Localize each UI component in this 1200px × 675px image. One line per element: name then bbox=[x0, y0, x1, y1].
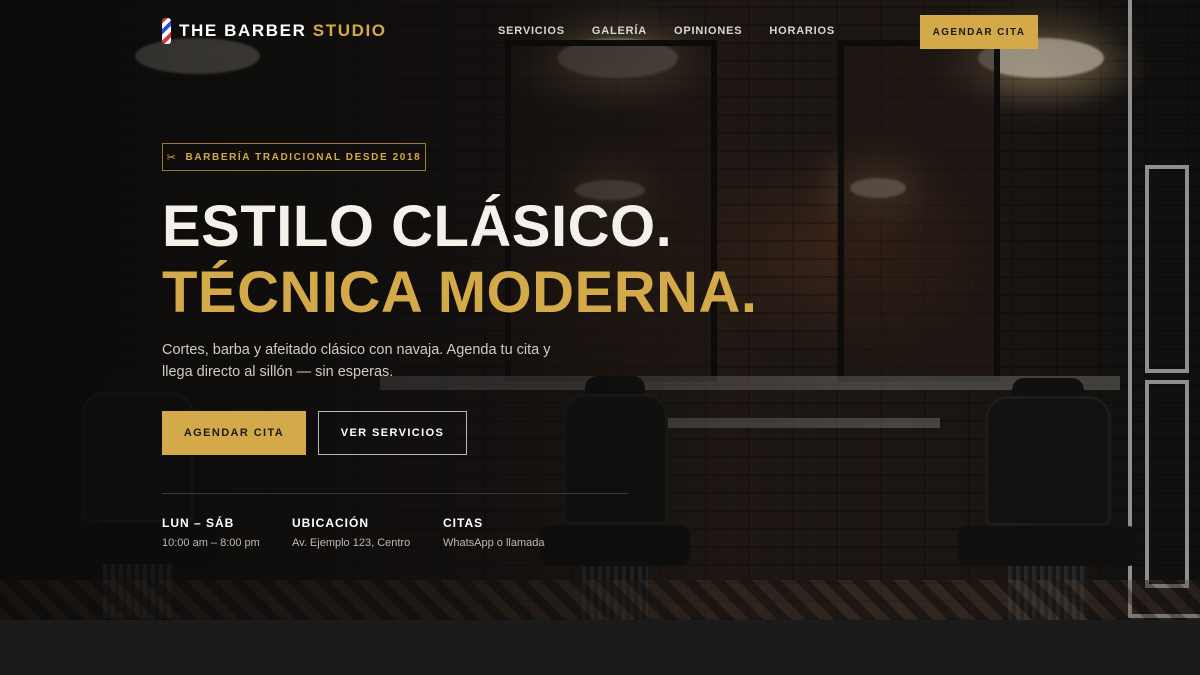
info-appointments-title: CITAS bbox=[443, 516, 484, 530]
info-appointments: CITAS WhatsApp o llamada bbox=[443, 516, 545, 549]
nav-link-galeria[interactable]: GALERÍA bbox=[592, 25, 647, 37]
brand-name: THE BARBER STUDIO bbox=[179, 21, 387, 41]
info-location-title: UBICACIÓN bbox=[292, 516, 369, 530]
info-hours-title: LUN – SÁB bbox=[162, 516, 235, 530]
top-navigation: THE BARBER STUDIO SERVICIOS GALERÍA OPIN… bbox=[0, 0, 1200, 64]
nav-book-appointment-button[interactable]: AGENDAR CITA bbox=[920, 15, 1038, 49]
view-services-button[interactable]: VER SERVICIOS bbox=[318, 411, 467, 455]
info-hours: LUN – SÁB 10:00 am – 8:00 pm bbox=[162, 516, 260, 549]
hero-title-line-1: ESTILO CLÁSICO. bbox=[162, 194, 673, 259]
brand-logo[interactable]: THE BARBER STUDIO bbox=[162, 18, 387, 44]
barber-pole-icon bbox=[162, 18, 171, 44]
info-divider bbox=[162, 493, 628, 494]
info-appointments-value: WhatsApp o llamada bbox=[443, 537, 545, 549]
nav-link-servicios[interactable]: SERVICIOS bbox=[498, 25, 565, 37]
info-location: UBICACIÓN Av. Ejemplo 123, Centro bbox=[292, 516, 410, 549]
main-menu: SERVICIOS GALERÍA OPINIONES HORARIOS bbox=[498, 25, 835, 37]
tradition-badge: ✂ BARBERÍA TRADICIONAL DESDE 2018 bbox=[162, 143, 426, 171]
brand-name-prefix: THE BARBER bbox=[179, 21, 307, 40]
info-hours-value: 10:00 am – 8:00 pm bbox=[162, 537, 260, 549]
next-section bbox=[0, 620, 1200, 675]
hero-description: Cortes, barba y afeitado clásico con nav… bbox=[162, 342, 551, 380]
nav-link-horarios[interactable]: HORARIOS bbox=[769, 25, 835, 37]
tradition-badge-text: BARBERÍA TRADICIONAL DESDE 2018 bbox=[185, 151, 422, 163]
hero-title-line-2: TÉCNICA MODERNA. bbox=[162, 260, 758, 325]
hero-section: THE BARBER STUDIO SERVICIOS GALERÍA OPIN… bbox=[0, 0, 1200, 620]
book-appointment-button[interactable]: AGENDAR CITA bbox=[162, 411, 306, 455]
nav-link-opiniones[interactable]: OPINIONES bbox=[674, 25, 742, 37]
brand-name-highlight: STUDIO bbox=[312, 21, 387, 40]
info-location-value: Av. Ejemplo 123, Centro bbox=[292, 537, 411, 549]
scissors-icon: ✂ bbox=[166, 151, 178, 164]
